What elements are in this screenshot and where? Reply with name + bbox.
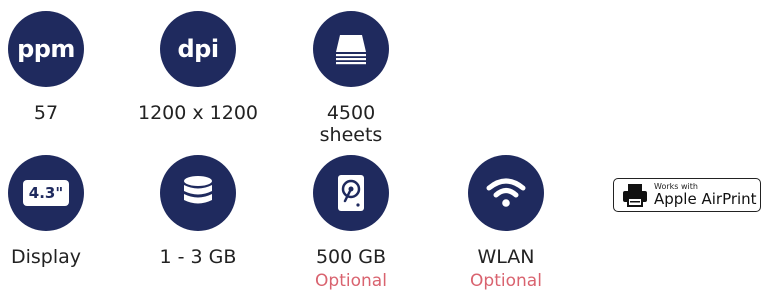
memory-value: 1 - 3 GB — [159, 246, 237, 268]
dpi-badge: dpi — [160, 11, 236, 87]
dpi-value: 1200 x 1200 — [137, 102, 259, 124]
hard-drive-icon — [313, 155, 389, 231]
wlan-label: WLAN — [477, 246, 535, 268]
screen-icon: 4.3" — [8, 155, 84, 231]
display-label: Display — [10, 246, 82, 268]
database-icon — [160, 155, 236, 231]
feature-display: 4.3" Display — [0, 155, 116, 268]
airprint-badge: Works with Apple AirPrint — [613, 178, 761, 212]
feature-ppm: ppm 57 — [0, 11, 116, 124]
feature-paper-capacity: 4500 sheets — [281, 11, 421, 146]
paper-capacity-unit: sheets — [319, 124, 383, 146]
paper-capacity-value: 4500 — [326, 102, 376, 124]
feature-hdd: 500 GB Optional — [281, 155, 421, 292]
feature-dpi: dpi 1200 x 1200 — [128, 11, 268, 124]
feature-memory: 1 - 3 GB — [128, 155, 268, 268]
ppm-badge: ppm — [8, 11, 84, 87]
hdd-value: 500 GB — [315, 246, 387, 268]
airprint-big-text: Apple AirPrint — [654, 190, 757, 208]
feature-wlan: WLAN Optional — [436, 155, 576, 292]
wlan-optional: Optional — [470, 271, 542, 291]
paper-stack-icon — [313, 11, 389, 87]
wifi-icon — [468, 155, 544, 231]
ppm-value: 57 — [33, 102, 59, 124]
hdd-optional: Optional — [315, 271, 387, 291]
printer-icon — [620, 180, 650, 210]
